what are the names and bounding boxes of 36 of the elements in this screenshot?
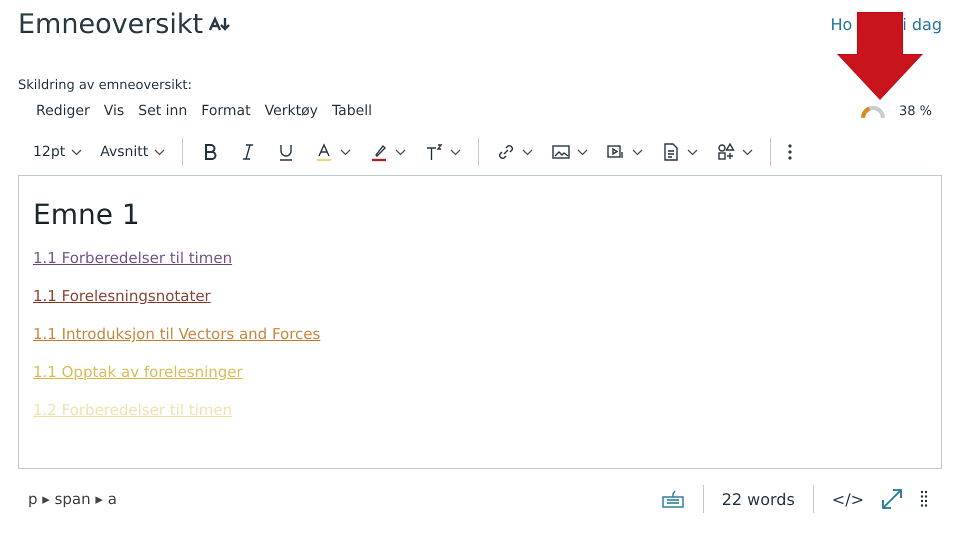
chevron-icon: [687, 148, 698, 156]
element-path: p ▸ span ▸ a: [28, 490, 117, 508]
chevron-icon: [742, 148, 754, 156]
chevron-icon: [340, 148, 352, 156]
font-size-dropdown[interactable]: 12pt: [26, 136, 90, 168]
menu-item[interactable]: Rediger: [30, 99, 96, 123]
editor-area[interactable]: Emne 1 1.1 Forberedelser til timen 1.1 Forelesningsnotater 1.1 Introduksjon til Vectors and Forces 1.1 Opptak av forelesninger 1.2 Forberedelser til timen: [18, 175, 942, 469]
menu-item[interactable]: Verktøy: [258, 99, 324, 123]
chevron-icon: [71, 148, 82, 156]
chevron-icon: [577, 148, 588, 156]
keyboard-icon: [660, 489, 685, 509]
chevron-icon: [450, 148, 462, 156]
more-icon: [788, 144, 792, 160]
menu-item[interactable]: Vis: [98, 99, 130, 123]
sort-icon: [209, 16, 232, 32]
menu-item[interactable]: Tabell: [326, 99, 378, 123]
page-title: Emneoversikt: [18, 8, 204, 40]
chevron-icon: [522, 148, 534, 156]
word-count[interactable]: 22 words: [718, 486, 799, 512]
menu-item[interactable]: Format: [195, 99, 257, 123]
block-format-dropdown[interactable]: Avsnitt: [93, 136, 172, 168]
description-label: Skildring av emneoversikt:: [18, 78, 193, 93]
chevron-icon: [395, 148, 406, 156]
html-editor-toggle[interactable]: </>: [828, 486, 868, 512]
chevron-icon: [154, 148, 166, 156]
content-heading: Emne 1: [33, 198, 141, 231]
today-link[interactable]: Ho i dag: [830, 14, 942, 34]
chevron-icon: [632, 148, 644, 156]
superscript-icon: [424, 142, 444, 162]
accessibility-reading: 38 %: [898, 104, 932, 118]
content-link[interactable]: 1.1 Forberedelser til timen: [33, 249, 232, 267]
expand-icon: [880, 487, 904, 511]
menu-item[interactable]: Set inn: [132, 99, 194, 123]
drag-handle-icon: [920, 490, 928, 508]
content-link[interactable]: 1.1 Forelesningsnotater: [33, 287, 211, 305]
shapes-icon: [716, 142, 736, 162]
